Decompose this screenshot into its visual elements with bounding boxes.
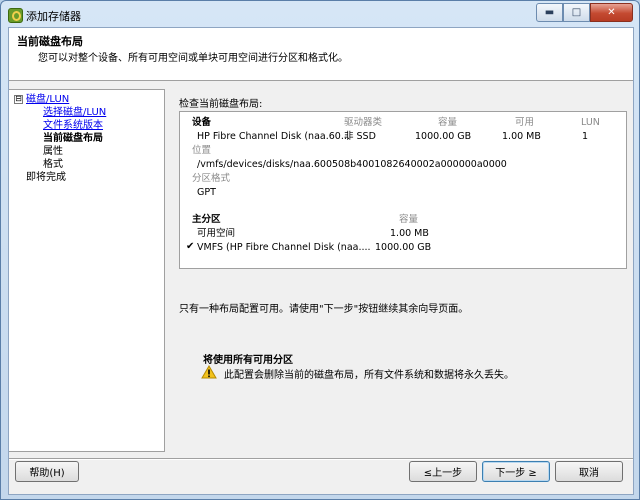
layout-note: 只有一种布局配置可用。请使用"下一步"按钮继续其余向导页面。 (179, 304, 469, 315)
step-file-system-version[interactable]: 文件系统版本 (43, 119, 103, 132)
collapse-icon[interactable]: ⊟ (14, 95, 23, 104)
window-title: 添加存储器 (26, 10, 81, 23)
add-storage-window: 添加存储器 ▬ □ ✕ 当前磁盘布局 您可以对整个设备、所有可用空间或单块可用空… (0, 0, 640, 500)
partition-capacity-header: 容量 (399, 214, 419, 225)
step-properties: 属性 (43, 146, 63, 157)
partition-format-value: GPT (197, 187, 216, 198)
back-button[interactable]: ≤上一步 (409, 461, 477, 482)
available-header: 可用 (515, 117, 535, 128)
dialog-client: 当前磁盘布局 您可以对整个设备、所有可用空间或单块可用空间进行分区和格式化。 ⊟… (8, 27, 634, 495)
warning-title: 将使用所有可用分区 (203, 355, 293, 366)
maximize-button[interactable]: □ (563, 3, 590, 22)
page-subtitle: 您可以对整个设备、所有可用空间或单块可用空间进行分区和格式化。 (38, 53, 348, 64)
step-disk-lun[interactable]: 磁盘/LUN (26, 93, 69, 106)
partition-format-label: 分区格式 (192, 173, 231, 184)
device-name: HP Fibre Channel Disk (naa.60... (197, 131, 350, 142)
location-label: 位置 (192, 145, 212, 156)
window-controls: ▬ □ ✕ (536, 3, 633, 22)
footer-divider (9, 458, 633, 460)
free-space-name: 可用空间 (197, 228, 236, 239)
app-icon (8, 8, 23, 23)
step-formatting: 格式 (43, 159, 63, 170)
title-bar[interactable]: 添加存储器 ▬ □ ✕ (1, 1, 639, 27)
close-button[interactable]: ✕ (590, 3, 633, 22)
location-value: /vmfs/devices/disks/naa.600508b400108264… (197, 159, 507, 170)
main-content: 检查当前磁盘布局: 设备 驱动器类 容量 可用 LUN HP Fibre Cha… (174, 89, 633, 450)
drive-type-value: 非 SSD (344, 131, 376, 142)
lun-value: 1 (582, 131, 589, 142)
vmfs-partition-name: VMFS (HP Fibre Channel Disk (naa.... (197, 242, 371, 253)
drive-type-header: 驱动器类 (344, 117, 383, 128)
checkmark-icon: ✔ (186, 241, 195, 252)
primary-partition-header: 主分区 (192, 214, 221, 225)
wizard-footer: 帮助(H) ≤上一步 下一步 ≥ 取消 (9, 458, 633, 494)
device-header: 设备 (192, 117, 212, 128)
step-ready-to-complete: 即将完成 (26, 172, 66, 183)
step-select-disk-lun[interactable]: 选择磁盘/LUN (43, 106, 106, 119)
section-label: 检查当前磁盘布局: (179, 99, 263, 110)
cancel-button[interactable]: 取消 (555, 461, 623, 482)
capacity-header: 容量 (438, 117, 458, 128)
wizard-header: 当前磁盘布局 您可以对整个设备、所有可用空间或单块可用空间进行分区和格式化。 (9, 28, 633, 81)
warning-text: 此配置会删除当前的磁盘布局，所有文件系统和数据将永久丢失。 (224, 370, 514, 381)
lun-header: LUN (581, 117, 600, 128)
capacity-value: 1000.00 GB (415, 131, 472, 142)
step-current-disk-layout: 当前磁盘布局 (43, 133, 103, 144)
free-space-capacity: 1.00 MB (390, 228, 429, 239)
minimize-button[interactable]: ▬ (536, 3, 563, 22)
vmfs-partition-capacity: 1000.00 GB (375, 242, 432, 253)
help-button[interactable]: 帮助(H) (15, 461, 79, 482)
next-button[interactable]: 下一步 ≥ (482, 461, 550, 482)
wizard-steps-tree: ⊟ 磁盘/LUN 选择磁盘/LUN 文件系统版本 当前磁盘布局 属性 格式 即将… (9, 89, 165, 452)
warning-icon (201, 365, 217, 379)
disk-layout-panel: 设备 驱动器类 容量 可用 LUN HP Fibre Channel Disk … (179, 111, 627, 269)
available-value: 1.00 MB (502, 131, 541, 142)
page-title: 当前磁盘布局 (17, 35, 83, 48)
